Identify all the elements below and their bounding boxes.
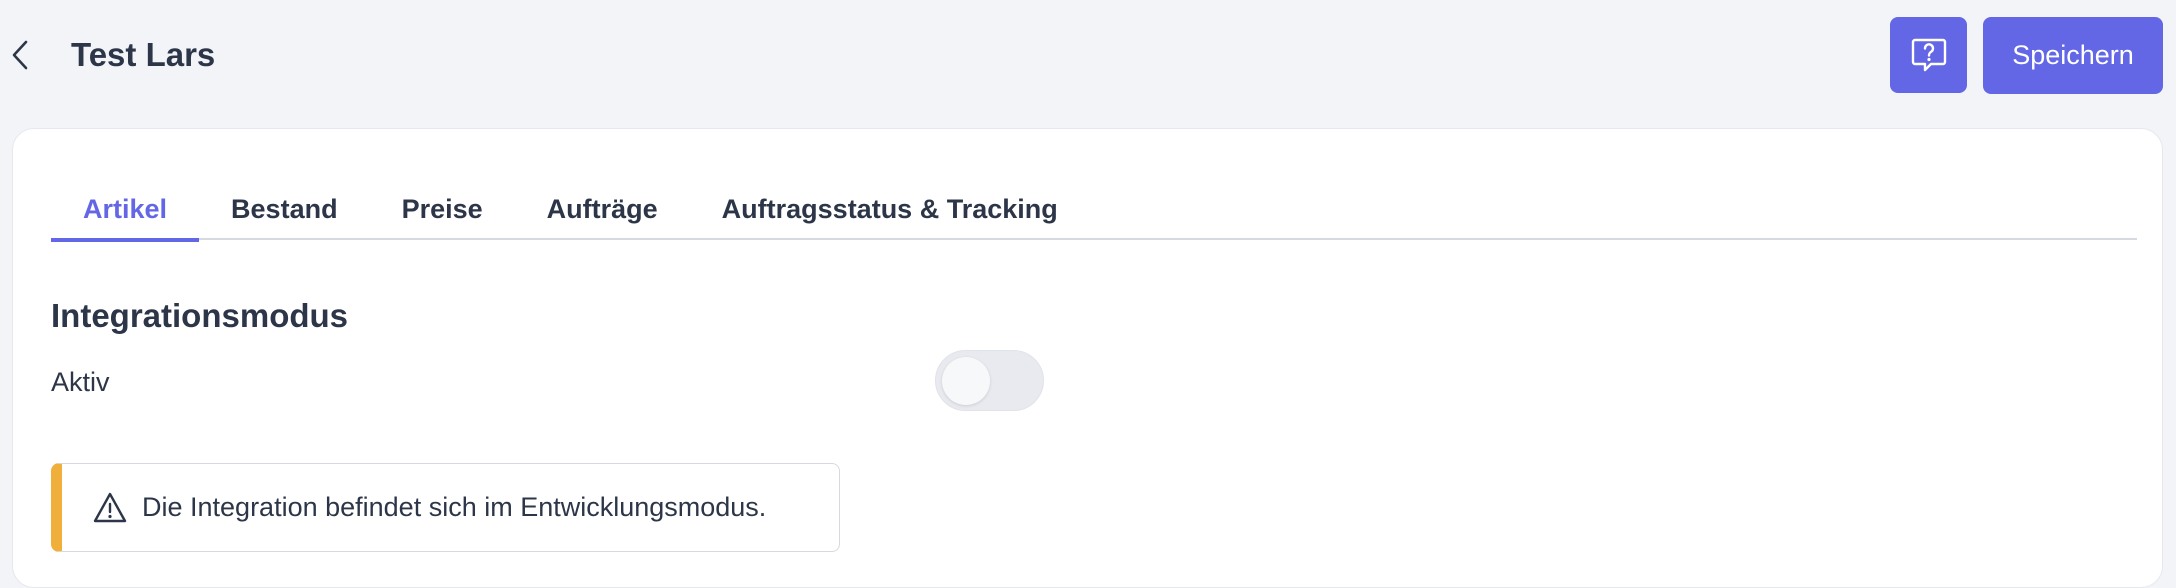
chevron-left-icon: [12, 40, 28, 70]
page-header: Test Lars Speichern: [0, 0, 2176, 120]
warning-triangle-icon: [92, 490, 128, 526]
development-mode-alert: Die Integration befindet sich im Entwick…: [51, 463, 840, 552]
active-toggle[interactable]: [935, 350, 1044, 411]
help-button[interactable]: [1890, 17, 1967, 93]
section-title: Integrationsmodus: [51, 297, 349, 334]
tab-preise[interactable]: Preise: [370, 179, 515, 240]
active-label: Aktiv: [51, 367, 110, 397]
content-card: Artikel Bestand Preise Aufträge Auftrags…: [12, 128, 2163, 588]
back-button[interactable]: [0, 30, 40, 80]
tab-auftraege[interactable]: Aufträge: [515, 179, 690, 240]
tab-artikel[interactable]: Artikel: [51, 179, 200, 242]
tab-bestand[interactable]: Bestand: [199, 179, 370, 240]
tab-bar: Artikel Bestand Preise Aufträge Auftrags…: [51, 179, 2137, 242]
toggle-knob: [942, 357, 990, 405]
tab-auftragsstatus-tracking[interactable]: Auftragsstatus & Tracking: [690, 179, 1090, 240]
save-button[interactable]: Speichern: [1983, 17, 2163, 94]
alert-message: Die Integration befindet sich im Entwick…: [142, 492, 767, 522]
page-title: Test Lars: [71, 36, 216, 73]
help-chat-icon: [1911, 38, 1946, 72]
